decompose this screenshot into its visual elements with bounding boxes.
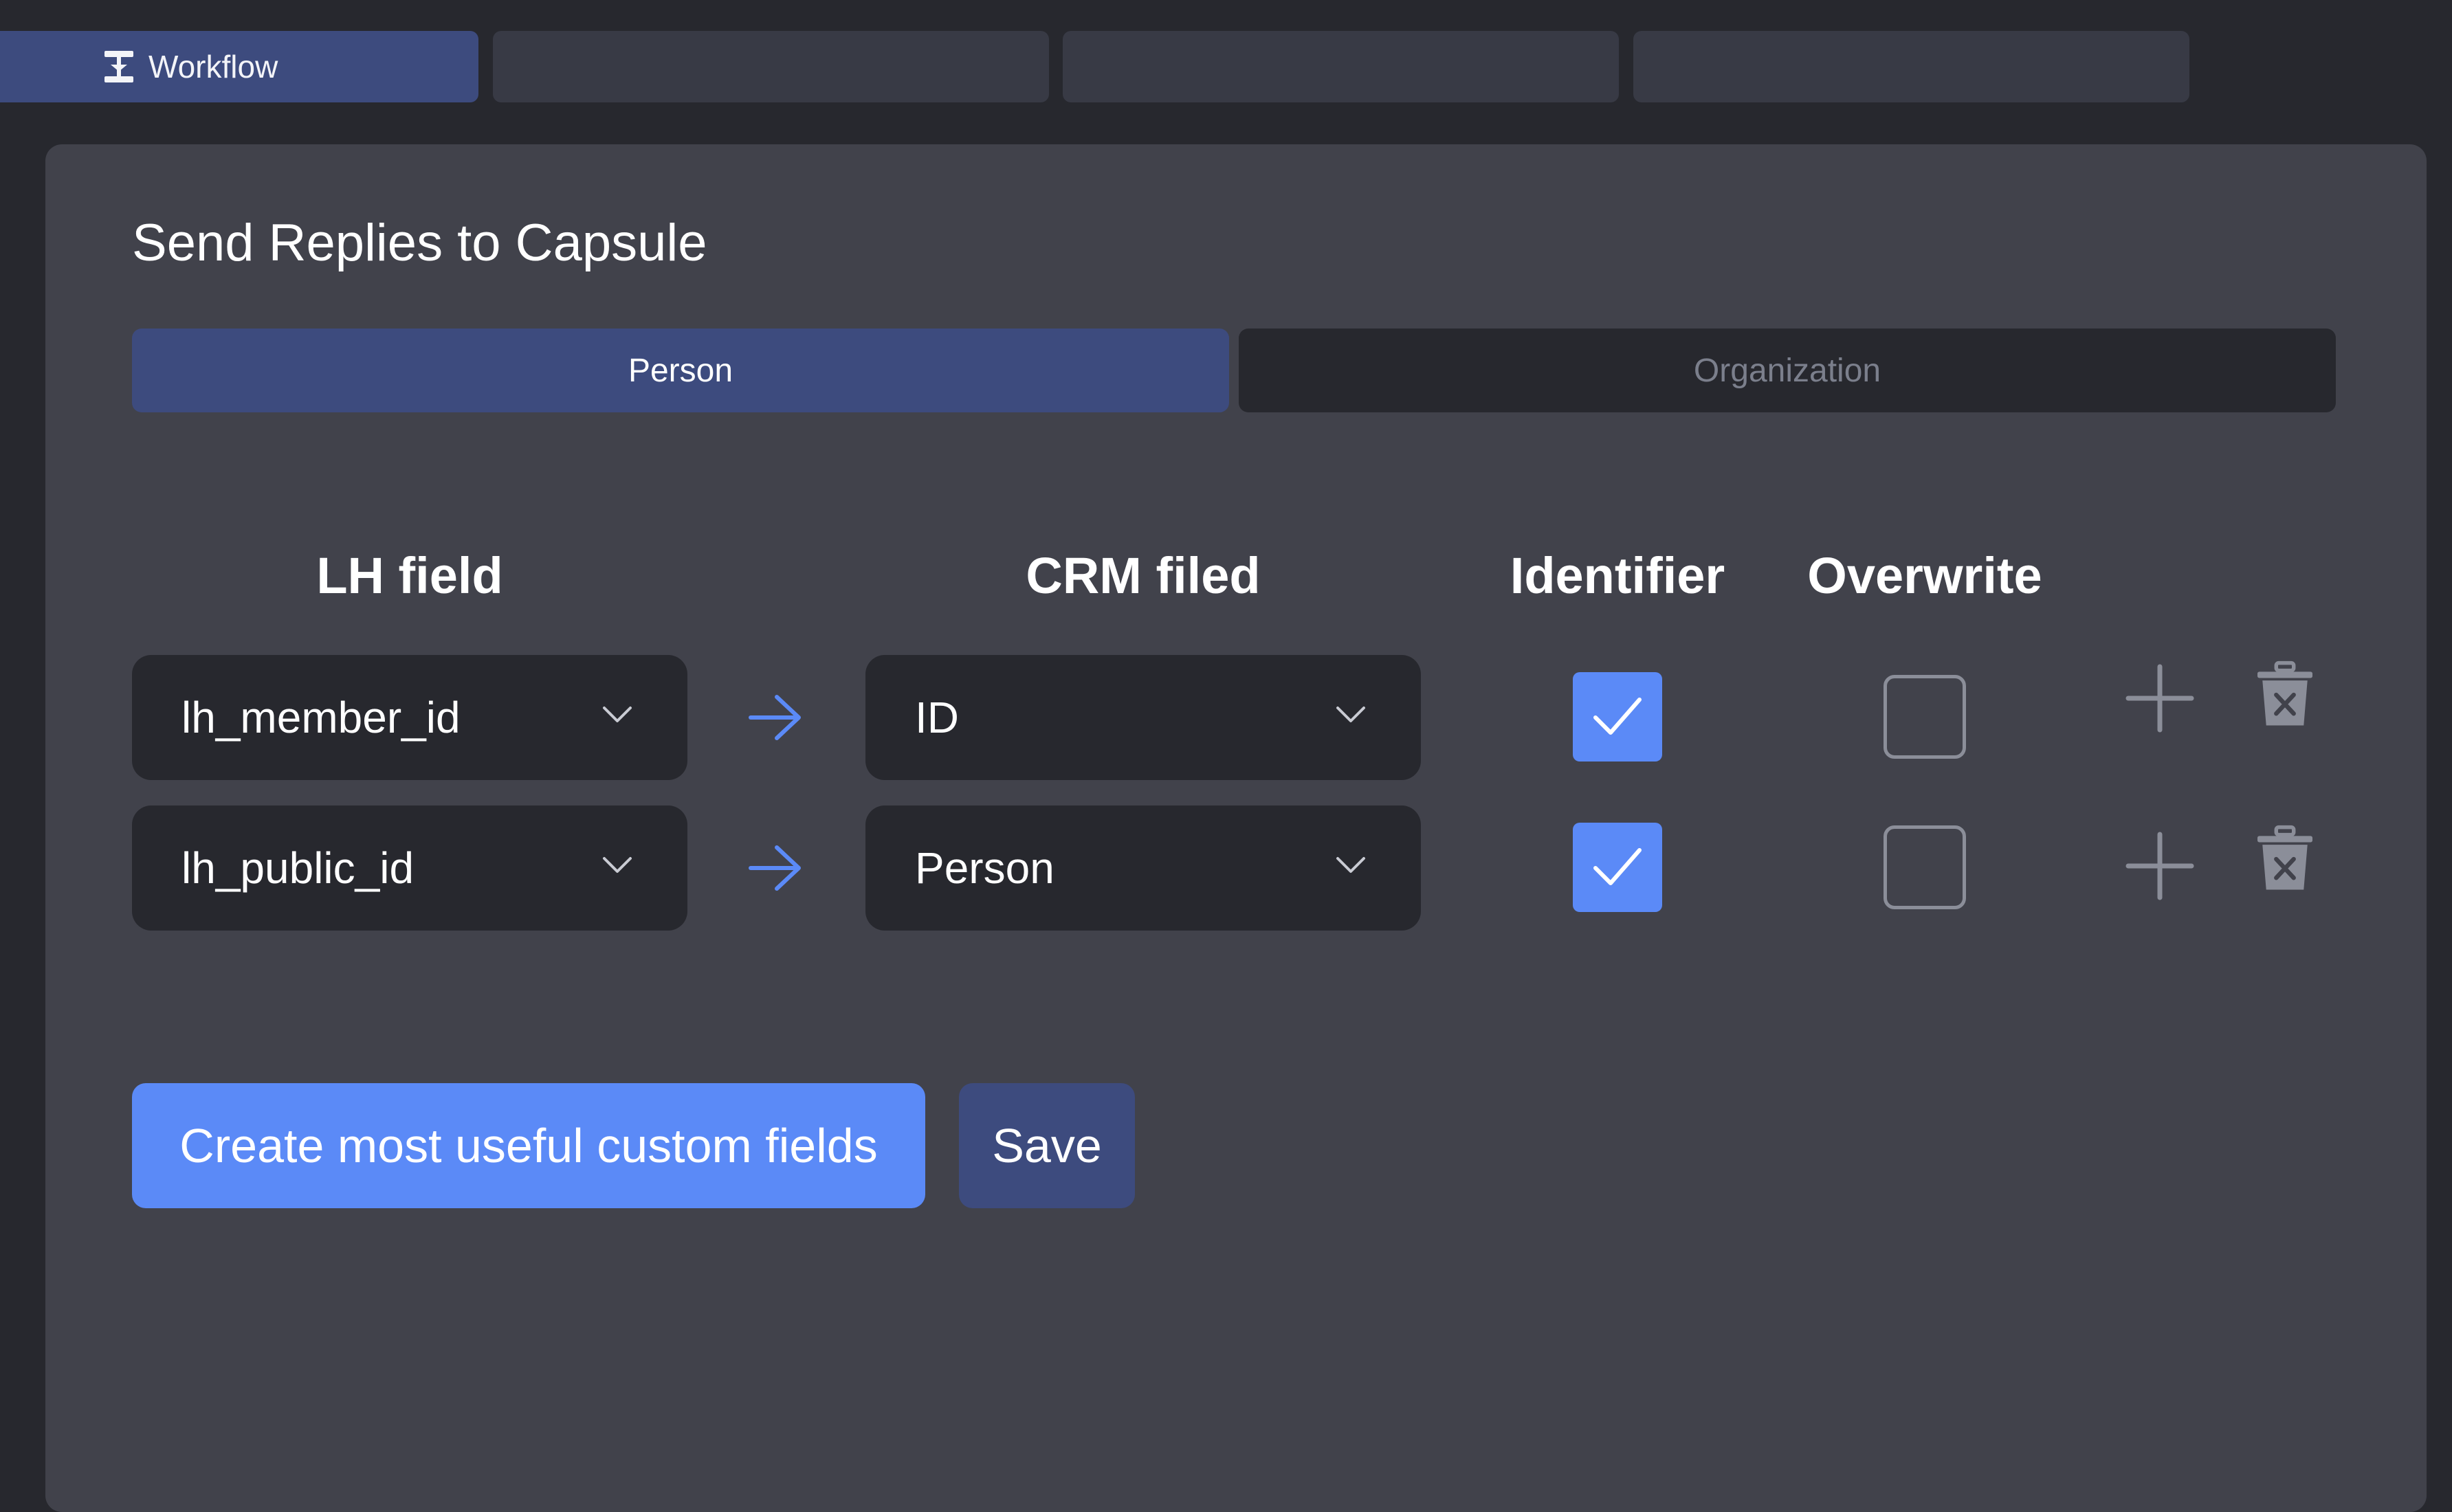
check-icon [1593,848,1642,885]
tab-4[interactable] [1633,31,2189,102]
chevron-down-icon [1336,707,1365,722]
segment-person[interactable]: Person [132,329,1229,412]
add-row-icon[interactable] [2125,664,2194,733]
trash-icon[interactable] [2251,660,2319,729]
tab-workflow-label: Workflow [148,49,278,85]
lh-field-select[interactable]: lh_public_id [132,805,687,931]
header-identifier: Identifier [1510,547,1725,604]
segment-organization[interactable]: Organization [1239,329,2336,412]
crm-field-select[interactable]: Person [865,805,1421,931]
workflow-icon [104,51,133,82]
create-custom-fields-button[interactable]: Create most useful custom fields [132,1083,925,1208]
crm-field-value: Person [915,843,1054,893]
trash-icon[interactable] [2251,825,2319,893]
header-lh-field: LH field [316,547,503,604]
overwrite-checkbox[interactable] [1884,825,1966,909]
header-crm-field: CRM filed [1026,547,1261,604]
lh-field-select[interactable]: lh_member_id [132,655,687,780]
add-row-icon[interactable] [2125,832,2194,900]
tab-2[interactable] [493,31,1049,102]
header-overwrite: Overwrite [1807,547,2042,604]
identifier-checkbox[interactable] [1573,823,1662,912]
arrow-right-icon [749,695,801,740]
chevron-down-icon [603,707,632,722]
panel-title: Send Replies to Capsule [132,214,707,272]
crm-field-select[interactable]: ID [865,655,1421,780]
settings-panel: Send Replies to Capsule Person Organizat… [45,144,2427,1512]
check-icon [1593,698,1642,735]
overwrite-checkbox[interactable] [1884,675,1966,759]
chevron-down-icon [603,857,632,873]
lh-field-value: lh_member_id [181,693,461,742]
save-button[interactable]: Save [959,1083,1135,1208]
tab-3[interactable] [1063,31,1619,102]
crm-field-value: ID [915,693,959,742]
identifier-checkbox[interactable] [1573,672,1662,761]
arrow-right-icon [749,845,801,891]
top-tab-bar: Workflow [0,0,2452,137]
chevron-down-icon [1336,857,1365,873]
lh-field-value: lh_public_id [181,843,415,893]
tab-workflow[interactable]: Workflow [0,31,478,102]
